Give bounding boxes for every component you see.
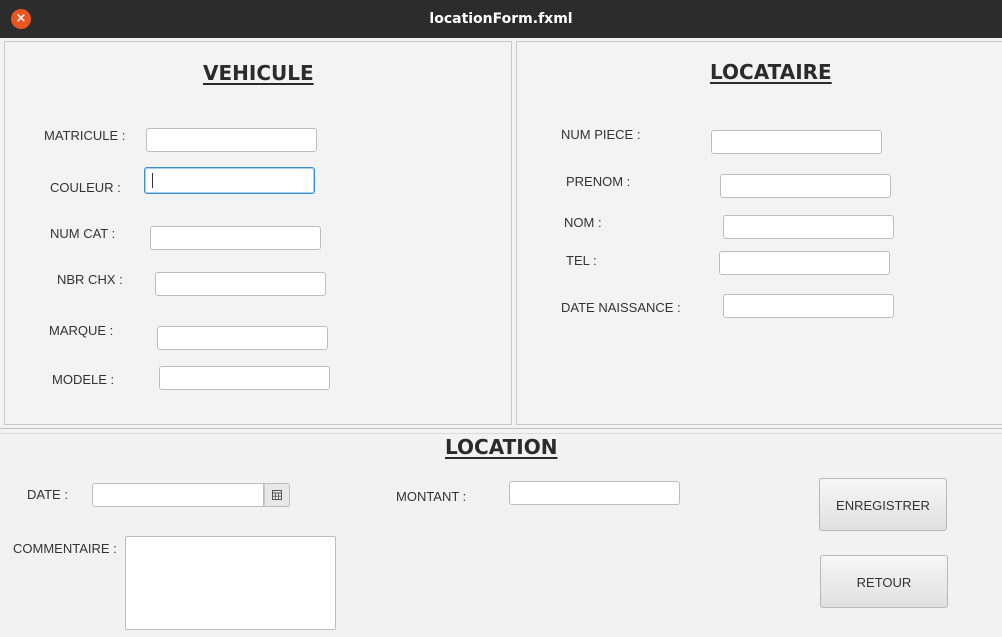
numpiece-label: NUM PIECE : [561,127,641,142]
date-label: DATE : [27,487,68,502]
date-picker-button[interactable] [264,483,290,507]
couleur-label: COULEUR : [50,180,121,195]
marque-label: MARQUE : [49,323,114,338]
datenaissance-field[interactable] [723,294,894,318]
datenaissance-label: DATE NAISSANCE : [561,300,681,315]
couleur-field[interactable] [144,167,315,194]
marque-field[interactable] [157,326,328,350]
nom-field[interactable] [723,215,894,239]
numcat-label: NUM CAT : [50,226,116,241]
nbrchx-field[interactable] [155,272,326,296]
montant-field[interactable] [509,481,680,505]
commentaire-textarea[interactable] [125,536,336,630]
nom-label: NOM : [564,215,602,230]
nbrchx-label: NBR CHX : [57,272,123,287]
window-title: locationForm.fxml [429,11,573,27]
retour-button[interactable]: RETOUR [820,555,948,608]
title-bar: locationForm.fxml × [0,0,1002,38]
matricule-field[interactable] [146,128,317,152]
modele-field[interactable] [159,366,330,390]
vehicule-heading: VEHICULE [203,61,314,85]
prenom-label: PRENOM : [566,174,631,189]
close-icon[interactable]: × [11,9,31,29]
modele-label: MODELE : [52,372,115,387]
commentaire-label: COMMENTAIRE : [13,541,117,556]
location-heading: LOCATION [445,435,558,459]
section-divider [0,428,1002,429]
matricule-label: MATRICULE : [44,128,126,143]
numcat-field[interactable] [150,226,321,250]
calendar-icon [272,490,282,500]
locataire-heading: LOCATAIRE [710,60,832,84]
tel-label: TEL : [566,253,597,268]
numpiece-field[interactable] [711,130,882,154]
prenom-field[interactable] [720,174,891,198]
text-cursor [152,173,153,188]
section-divider-shadow [0,433,1002,434]
enregistrer-button[interactable]: ENREGISTRER [819,478,947,531]
date-field[interactable] [92,483,264,507]
tel-field[interactable] [719,251,890,275]
montant-label: MONTANT : [396,489,467,504]
